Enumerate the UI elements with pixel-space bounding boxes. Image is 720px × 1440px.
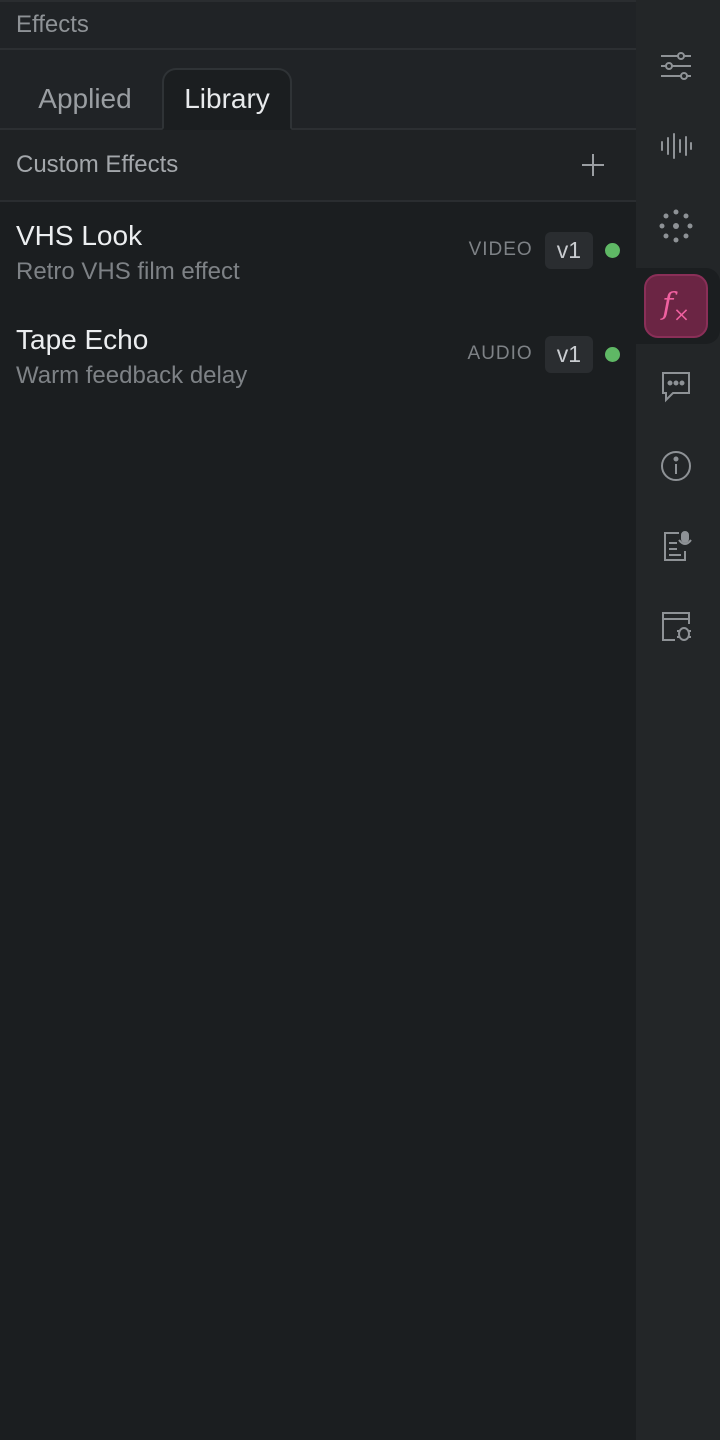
info-icon <box>661 451 691 481</box>
status-dot <box>605 242 620 258</box>
comment-icon <box>662 372 690 403</box>
panel-title: Effects <box>16 11 89 38</box>
effect-description: Warm feedback delay <box>16 362 248 389</box>
document-mic-icon <box>664 531 692 561</box>
effect-name: VHS Look <box>16 220 143 251</box>
sidebar-item-comments[interactable] <box>644 354 708 418</box>
sidebar-item-audio[interactable] <box>644 114 708 178</box>
effect-meta: VIDEO v1 <box>469 230 620 270</box>
sidebar-item-debug[interactable] <box>644 594 708 658</box>
panel-header: Effects <box>0 0 636 50</box>
effect-type: AUDIO <box>467 343 533 364</box>
sidebar-item-info[interactable] <box>644 434 708 498</box>
sidebar-item-adjustments[interactable] <box>644 34 708 98</box>
sidebar-item-transcript[interactable] <box>644 514 708 578</box>
tab-applied[interactable]: Applied <box>12 68 158 130</box>
version-badge: v1 <box>544 335 593 373</box>
sliders-icon <box>661 52 691 80</box>
add-effect-button[interactable] <box>578 150 608 180</box>
effect-item-tape-echo[interactable]: Tape Echo Warm feedback delay AUDIO v1 <box>0 306 636 410</box>
effect-item-vhs-look[interactable]: VHS Look Retro VHS film effect VIDEO v1 <box>0 202 636 306</box>
version-badge: v1 <box>544 231 593 269</box>
sidebar-item-particles[interactable] <box>644 194 708 258</box>
plus-icon <box>582 154 604 176</box>
effect-meta: AUDIO v1 <box>468 334 620 374</box>
sidebar-item-effects[interactable]: f× <box>644 274 708 338</box>
effects-panel: Effects Applied Library Custom Effects V… <box>0 0 636 1440</box>
right-sidebar: f× <box>636 0 720 1440</box>
tab-library[interactable]: Library <box>162 68 292 130</box>
fx-icon: f× <box>662 286 690 326</box>
effect-description: Retro VHS film effect <box>16 258 240 285</box>
custom-effects-header: Custom Effects <box>0 130 636 202</box>
effect-name: Tape Echo <box>16 324 149 355</box>
tab-bar: Applied Library <box>0 50 636 130</box>
section-title: Custom Effects <box>16 151 179 178</box>
debug-window-icon <box>662 612 691 641</box>
effect-type: VIDEO <box>468 239 533 260</box>
audio-waveform-icon <box>661 133 692 159</box>
status-dot <box>605 346 620 362</box>
sparkle-dots-icon <box>659 209 693 243</box>
